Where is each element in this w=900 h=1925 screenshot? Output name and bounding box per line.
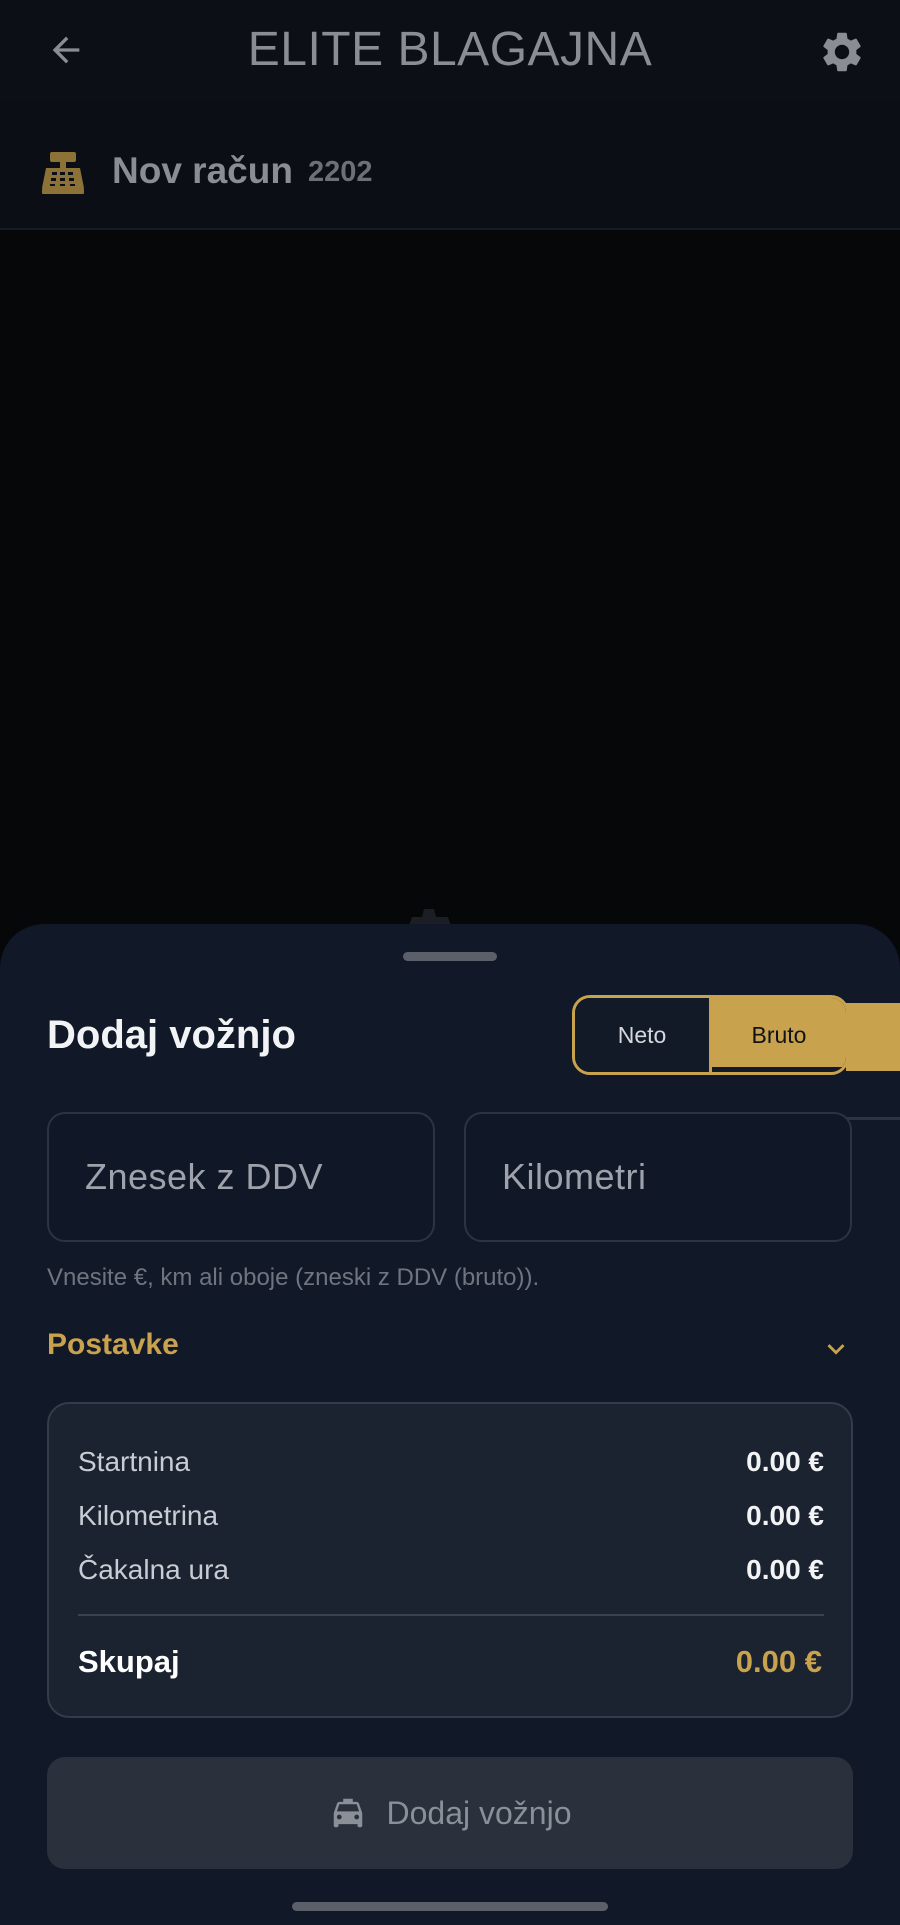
home-indicator[interactable]: [292, 1902, 608, 1911]
net-gross-toggle: Neto Bruto: [572, 995, 849, 1075]
toggle-neto[interactable]: Neto: [575, 998, 712, 1072]
toggle-bruto[interactable]: Bruto: [712, 998, 846, 1072]
toggle-overflow-line: [846, 1117, 900, 1120]
summary-row-startnina: Startnina 0.00 €: [78, 1446, 824, 1486]
amount-field: [47, 1112, 435, 1242]
km-field: [464, 1112, 852, 1242]
summary-value: 0.00 €: [746, 1500, 824, 1531]
rides-list-empty: [0, 230, 900, 930]
receipt-number: 2202: [308, 156, 373, 188]
sheet-drag-handle[interactable]: [403, 952, 497, 961]
summary-row-cakalna-ura: Čakalna ura 0.00 €: [78, 1554, 824, 1594]
summary-label: Kilometrina: [78, 1500, 219, 1531]
amount-input[interactable]: [85, 1114, 415, 1240]
app-bar: ELITE BLAGAJNA: [0, 0, 900, 100]
summary-row-kilometrina: Kilometrina 0.00 €: [78, 1500, 824, 1540]
sheet-title: Dodaj vožnjo: [47, 1013, 296, 1057]
add-ride-button[interactable]: Dodaj vožnjo: [47, 1757, 853, 1869]
toggle-overflow: [846, 1003, 900, 1071]
app-title: ELITE BLAGAJNA: [247, 23, 653, 76]
total-label: Skupaj: [78, 1644, 180, 1679]
summary-divider: [78, 1614, 824, 1616]
postavke-label: Postavke: [47, 1328, 179, 1361]
receipt-header: Nov račun 2202: [0, 100, 900, 230]
cash-register-icon: [42, 152, 84, 194]
add-ride-sheet: Dodaj vožnjo Neto Bruto Vnesite €, km al…: [0, 924, 900, 1925]
input-hint: Vnesite €, km ali oboje (zneski z DDV (b…: [47, 1264, 540, 1291]
receipt-title: Nov račun: [112, 150, 293, 191]
gear-icon: [823, 32, 861, 72]
summary-value: 0.00 €: [746, 1554, 824, 1585]
summary-value: 0.00 €: [746, 1446, 824, 1477]
summary-label: Čakalna ura: [78, 1554, 229, 1585]
postavke-toggle[interactable]: Postavke: [47, 1320, 853, 1376]
total-value: 0.00 €: [735, 1644, 822, 1679]
summary-label: Startnina: [78, 1446, 191, 1477]
price-summary-card: Startnina 0.00 € Kilometrina 0.00 € Čaka…: [47, 1402, 853, 1718]
taxi-icon: [333, 1798, 362, 1828]
km-input[interactable]: [502, 1114, 832, 1240]
chevron-down-icon: [827, 1344, 845, 1355]
settings-button[interactable]: [816, 26, 868, 78]
add-ride-button-label: Dodaj vožnjo: [386, 1794, 572, 1831]
